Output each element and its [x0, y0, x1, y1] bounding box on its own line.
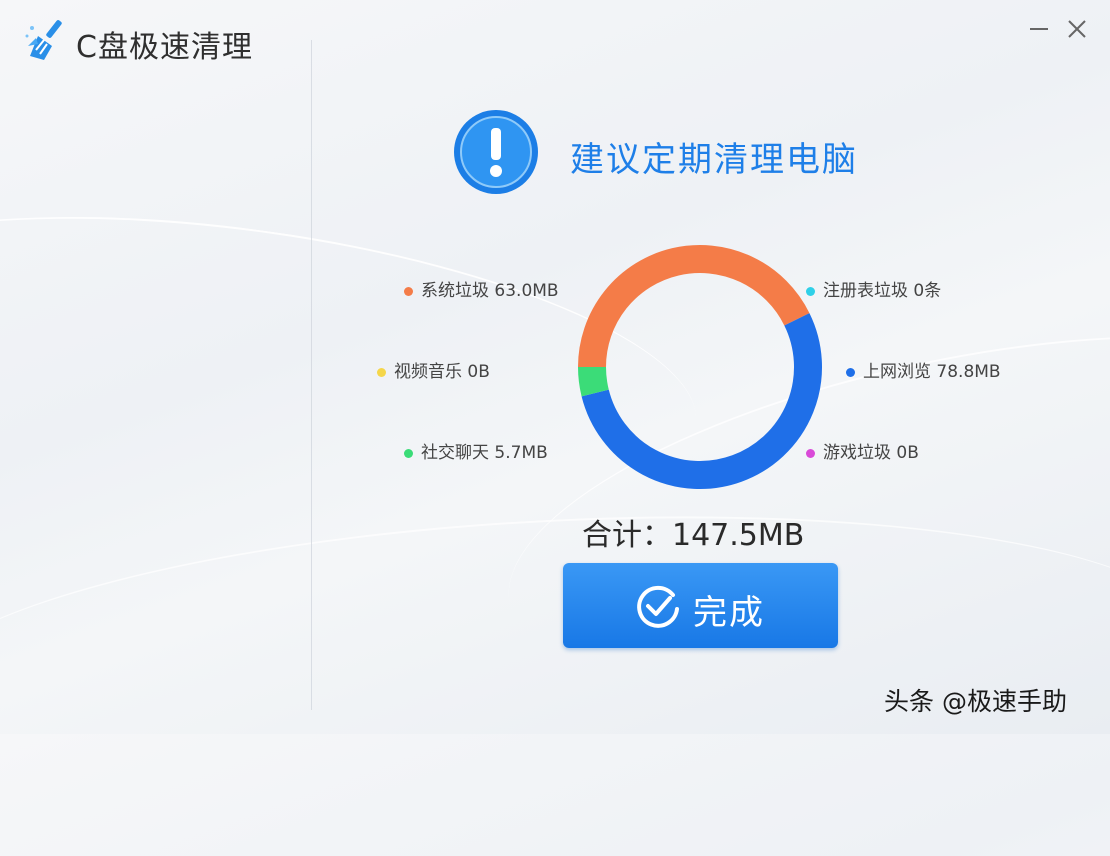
legend-label: 游戏垃圾 0B: [823, 443, 919, 463]
app-title: C盘极速清理: [76, 30, 253, 65]
done-button[interactable]: 完成: [563, 563, 838, 648]
background-wave: [0, 486, 1110, 856]
total-size: 合计：147.5MB: [582, 518, 805, 553]
done-button-label: 完成: [693, 593, 765, 633]
title-bar: C盘极速清理: [0, 0, 1110, 80]
legend-item-system-junk: 系统垃圾 63.0MB: [404, 280, 559, 302]
check-circle-icon: [637, 585, 679, 628]
legend-dot: [806, 448, 815, 458]
headline-text: 建议定期清理电脑: [570, 140, 858, 180]
vertical-divider: [311, 40, 312, 710]
broom-icon: [25, 20, 62, 60]
legend-label: 上网浏览 78.8MB: [863, 362, 1001, 382]
legend-dot: [377, 367, 386, 377]
legend-dot: [404, 448, 413, 458]
watermark: 头条 @极速手助: [884, 687, 1067, 716]
donut-chart: [578, 245, 822, 489]
legend-label: 系统垃圾 63.0MB: [421, 281, 559, 301]
legend-item-registry-junk: 注册表垃圾 0条: [806, 280, 941, 302]
legend-label: 注册表垃圾 0条: [823, 281, 942, 301]
minimize-icon[interactable]: [1024, 14, 1054, 44]
legend-dot: [846, 367, 855, 377]
legend-dot: [404, 286, 413, 296]
legend-dot: [806, 286, 815, 296]
legend-item-web-browsing: 上网浏览 78.8MB: [846, 361, 1001, 383]
legend-item-video-music: 视频音乐 0B: [377, 361, 490, 383]
close-icon[interactable]: [1062, 14, 1092, 44]
exclamation-icon: [454, 110, 538, 194]
donut-segment-4: [578, 366, 609, 397]
legend-item-social-chat: 社交聊天 5.7MB: [404, 442, 548, 464]
donut-segment-0: [578, 245, 810, 368]
donut-segment-3: [581, 313, 822, 489]
legend-item-game-junk: 游戏垃圾 0B: [806, 442, 919, 464]
legend-label: 社交聊天 5.7MB: [421, 443, 548, 463]
legend-label: 视频音乐 0B: [394, 362, 490, 382]
